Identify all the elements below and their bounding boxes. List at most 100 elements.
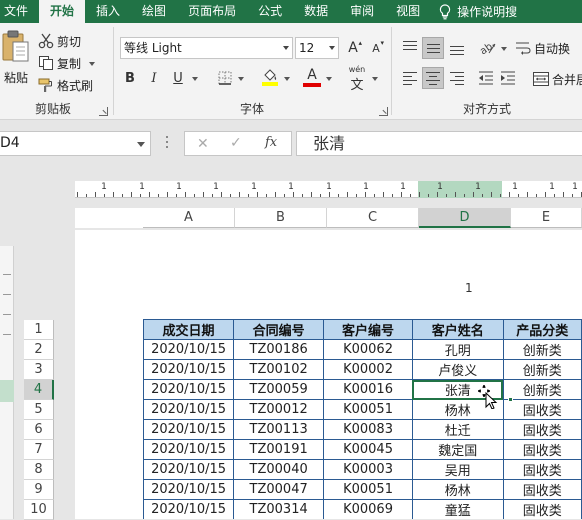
phonetic-dropdown-icon[interactable]: [372, 77, 378, 81]
bottom-align-button[interactable]: [446, 37, 468, 59]
tab-insert[interactable]: 插入: [85, 0, 131, 23]
table-cell[interactable]: 吴用: [411, 459, 504, 480]
tell-me-search[interactable]: 操作说明搜: [431, 3, 517, 20]
tab-review[interactable]: 审阅: [339, 0, 385, 23]
copy-button[interactable]: 复制: [38, 53, 96, 73]
phonetic-button[interactable]: wén 文: [346, 65, 368, 93]
column-header-d[interactable]: D: [419, 208, 511, 228]
copy-dropdown-icon[interactable]: [89, 62, 96, 66]
clipboard-dialog-launcher-icon[interactable]: [99, 107, 108, 116]
table-cell[interactable]: 2020/10/15: [143, 459, 235, 480]
wrap-text-button[interactable]: 自动换: [515, 38, 570, 58]
grow-font-button[interactable]: A ▴: [343, 38, 363, 58]
table-cell[interactable]: K00062: [323, 339, 413, 360]
table-cell[interactable]: K00045: [323, 439, 413, 460]
table-cell[interactable]: 创新类: [502, 359, 582, 380]
fill-color-dropdown-icon[interactable]: [284, 77, 290, 81]
column-header-c[interactable]: C: [327, 208, 419, 228]
tab-data[interactable]: 数据: [293, 0, 339, 23]
fill-handle[interactable]: [508, 397, 513, 402]
decrease-indent-button[interactable]: [476, 68, 496, 88]
column-header-a[interactable]: A: [143, 208, 235, 228]
row-header-3[interactable]: 3: [24, 360, 54, 380]
increase-indent-button[interactable]: [498, 68, 518, 88]
table-cell[interactable]: 2020/10/15: [143, 399, 235, 420]
table-cell[interactable]: 杨林: [411, 479, 504, 500]
table-cell[interactable]: 固收类: [502, 459, 582, 480]
row-header-9[interactable]: 9: [24, 480, 54, 500]
table-cell[interactable]: TZ00047: [233, 479, 325, 500]
font-dialog-launcher-icon[interactable]: [379, 107, 388, 116]
header-cell[interactable]: 产品分类: [502, 319, 582, 340]
row-header-5[interactable]: 5: [24, 400, 54, 420]
left-align-button[interactable]: [399, 67, 421, 89]
orientation-dropdown-icon[interactable]: [501, 47, 507, 51]
table-cell[interactable]: 2020/10/15: [143, 499, 235, 519]
table-cell[interactable]: 固收类: [502, 399, 582, 420]
insert-function-button[interactable]: fx: [265, 135, 277, 150]
table-cell[interactable]: 2020/10/15: [143, 339, 235, 360]
font-name-select[interactable]: 等线 Light: [120, 37, 293, 59]
row-header-4[interactable]: 4: [24, 380, 54, 400]
cut-button[interactable]: 剪切: [38, 31, 81, 51]
table-cell[interactable]: 固收类: [502, 479, 582, 500]
table-cell[interactable]: 固收类: [502, 499, 582, 519]
cancel-icon[interactable]: ✕: [197, 136, 209, 152]
table-cell[interactable]: 2020/10/15: [143, 439, 235, 460]
enter-check-icon[interactable]: ✓: [230, 135, 242, 151]
underline-dropdown-icon[interactable]: [192, 77, 198, 81]
table-cell[interactable]: K00051: [323, 399, 413, 420]
table-cell[interactable]: TZ00012: [233, 399, 325, 420]
row-header-6[interactable]: 6: [24, 420, 54, 440]
table-cell[interactable]: K00069: [323, 499, 413, 519]
tab-page-layout[interactable]: 页面布局: [177, 0, 247, 23]
merge-center-button[interactable]: 合并居: [533, 69, 582, 89]
table-cell[interactable]: TZ00102: [233, 359, 325, 380]
format-painter-button[interactable]: 格式刷: [38, 75, 93, 95]
table-cell[interactable]: 卢俊义: [411, 359, 504, 380]
tab-view[interactable]: 视图: [385, 0, 431, 23]
table-cell[interactable]: TZ00059: [233, 379, 325, 400]
table-cell[interactable]: 魏定国: [411, 439, 504, 460]
fill-color-button[interactable]: [260, 67, 280, 87]
table-cell[interactable]: 2020/10/15: [143, 379, 235, 400]
table-cell[interactable]: 杜迁: [411, 419, 504, 440]
table-cell[interactable]: K00083: [323, 419, 413, 440]
table-cell[interactable]: 孔明: [411, 339, 504, 360]
borders-dropdown-icon[interactable]: [238, 77, 244, 81]
table-cell[interactable]: 2020/10/15: [143, 419, 235, 440]
row-header-1[interactable]: 1: [24, 320, 54, 340]
column-header-b[interactable]: B: [235, 208, 327, 228]
table-cell[interactable]: TZ00314: [233, 499, 325, 519]
header-cell[interactable]: 成交日期: [143, 319, 235, 340]
table-cell[interactable]: K00051: [323, 479, 413, 500]
bold-button[interactable]: B: [120, 68, 140, 88]
table-cell[interactable]: 童猛: [411, 499, 504, 519]
table-cell[interactable]: 创新类: [502, 379, 582, 400]
italic-button[interactable]: I: [144, 68, 164, 88]
table-cell[interactable]: TZ00113: [233, 419, 325, 440]
font-color-button[interactable]: A: [302, 67, 322, 87]
table-cell[interactable]: TZ00186: [233, 339, 325, 360]
column-header-e[interactable]: E: [511, 208, 582, 228]
center-align-button[interactable]: [422, 67, 444, 89]
table-cell[interactable]: 创新类: [502, 339, 582, 360]
row-header-10[interactable]: 10: [24, 500, 54, 520]
row-header-8[interactable]: 8: [24, 460, 54, 480]
top-align-button[interactable]: [399, 37, 421, 59]
name-box-dropdown-icon[interactable]: [137, 142, 145, 147]
header-cell[interactable]: 合同编号: [233, 319, 325, 340]
formula-bar-grip[interactable]: [166, 136, 169, 151]
table-cell[interactable]: K00016: [323, 379, 413, 400]
row-header-7[interactable]: 7: [24, 440, 54, 460]
table-cell[interactable]: 固收类: [502, 439, 582, 460]
table-cell[interactable]: TZ00191: [233, 439, 325, 460]
tab-file[interactable]: 文件: [0, 0, 39, 23]
right-align-button[interactable]: [446, 67, 468, 89]
header-cell[interactable]: 客户编号: [323, 319, 413, 340]
table-cell[interactable]: 2020/10/15: [143, 359, 235, 380]
middle-align-button[interactable]: [422, 37, 444, 59]
tab-home[interactable]: 开始: [39, 0, 86, 23]
shrink-font-button[interactable]: A ▾: [366, 38, 386, 58]
table-cell[interactable]: 固收类: [502, 419, 582, 440]
